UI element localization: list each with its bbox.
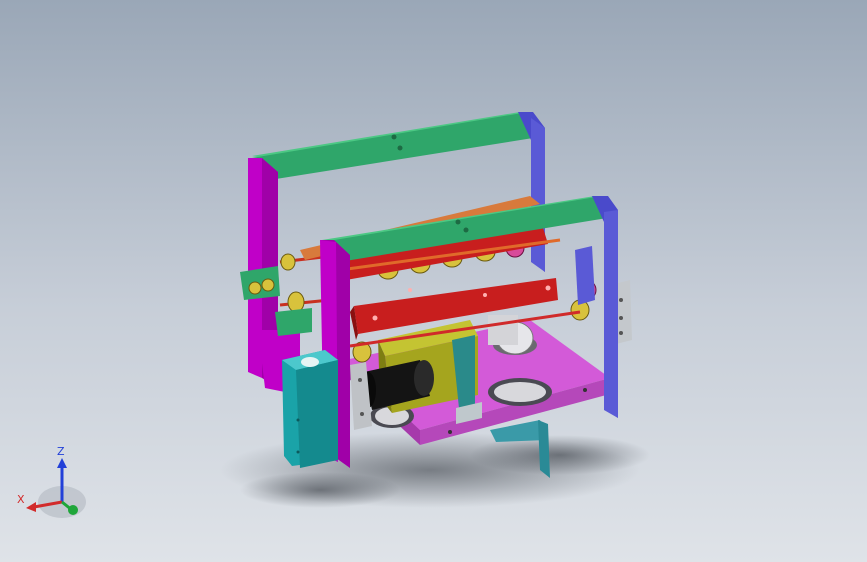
graphics-viewport[interactable]: Z X [0,0,867,562]
triad-graphic [26,458,86,518]
z-axis-label: Z [57,445,65,458]
cyan-pneumatic-cylinder [282,350,338,468]
back-top-rail [252,112,533,182]
x-axis-label: X [17,493,25,506]
cad-model-view[interactable] [0,0,867,562]
coordinate-triad[interactable]: Z X [10,440,90,525]
